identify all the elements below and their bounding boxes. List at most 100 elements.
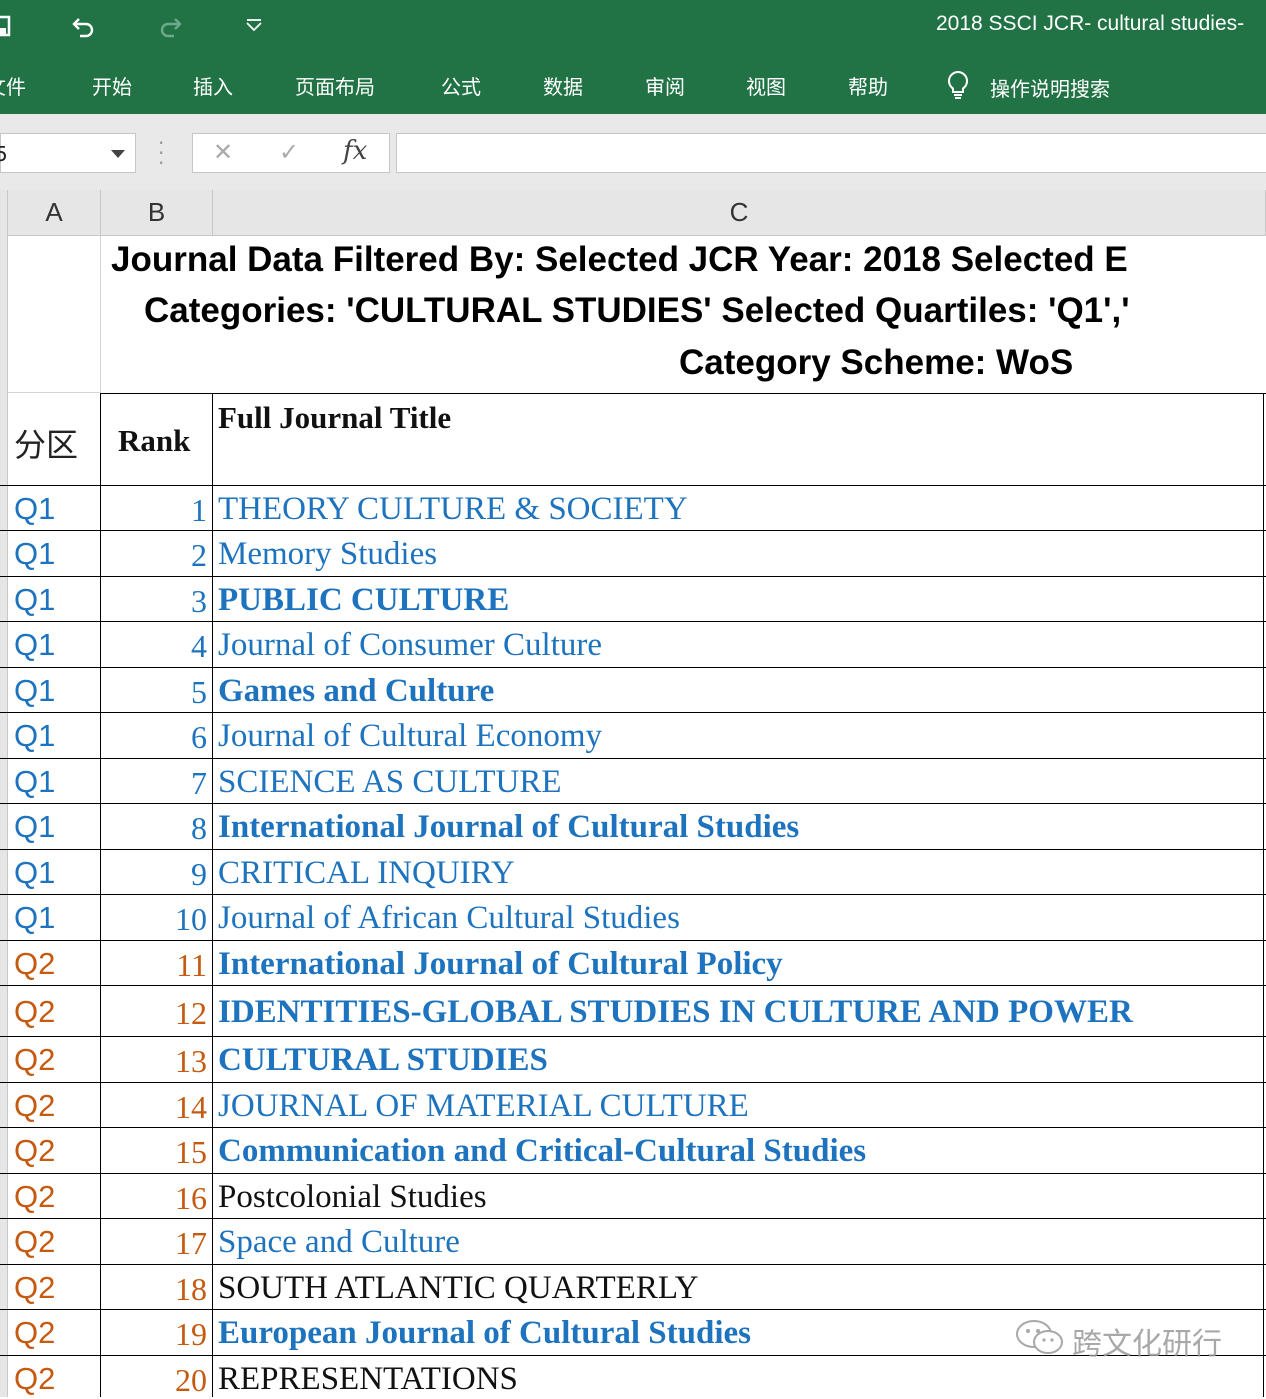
- quartile-cell[interactable]: Q2: [14, 1088, 55, 1124]
- redo-icon[interactable]: [152, 8, 188, 44]
- quartile-cell[interactable]: Q1: [14, 764, 55, 800]
- undo-icon[interactable]: [66, 8, 102, 44]
- quartile-cell[interactable]: Q1: [14, 673, 55, 709]
- save-icon[interactable]: [0, 8, 14, 44]
- quartile-cell[interactable]: Q2: [14, 1270, 55, 1306]
- rank-cell[interactable]: 3: [191, 583, 207, 620]
- rank-cell[interactable]: 15: [175, 1134, 207, 1171]
- journal-title-cell[interactable]: International Journal of Cultural Policy: [218, 946, 783, 983]
- quartile-cell[interactable]: Q1: [14, 900, 55, 936]
- tab-formulas[interactable]: 公式: [441, 71, 481, 100]
- row-border: [0, 1036, 1266, 1037]
- journal-title-cell[interactable]: Space and Culture: [218, 1224, 460, 1261]
- tab-page-layout[interactable]: 页面布局: [295, 71, 375, 100]
- row-border: [0, 1309, 1266, 1310]
- formula-input[interactable]: [396, 133, 1266, 173]
- quartile-cell[interactable]: Q1: [14, 582, 55, 618]
- tab-file[interactable]: 文件: [0, 71, 26, 100]
- rank-cell[interactable]: 4: [191, 628, 207, 665]
- header-rank: Rank: [118, 423, 191, 458]
- row-border: [0, 1173, 1266, 1174]
- journal-title-cell[interactable]: CRITICAL INQUIRY: [218, 855, 515, 892]
- rank-cell[interactable]: 7: [191, 765, 207, 802]
- tab-data[interactable]: 数据: [543, 71, 583, 100]
- customize-quick-access-icon[interactable]: [240, 8, 268, 44]
- quartile-cell[interactable]: Q2: [14, 1361, 55, 1397]
- journal-title-cell[interactable]: SCIENCE AS CULTURE: [218, 764, 562, 801]
- rank-cell[interactable]: 13: [175, 1043, 207, 1080]
- rank-cell[interactable]: 12: [175, 995, 207, 1032]
- chevron-down-icon[interactable]: [111, 150, 125, 158]
- row-header-gutter[interactable]: [0, 190, 8, 1397]
- insert-function-button[interactable]: fx: [343, 136, 367, 166]
- document-title: 2018 SSCI JCR- cultural studies-: [936, 12, 1245, 35]
- journal-title-cell[interactable]: Journal of African Cultural Studies: [218, 900, 680, 937]
- drag-handle-icon[interactable]: · · ·: [158, 133, 164, 173]
- header-line-1: Journal Data Filtered By: Selected JCR Y…: [111, 240, 1128, 279]
- journal-title-cell[interactable]: European Journal of Cultural Studies: [218, 1315, 751, 1352]
- tab-help[interactable]: 帮助: [848, 71, 888, 100]
- rank-cell[interactable]: 20: [175, 1362, 207, 1399]
- rank-cell[interactable]: 8: [191, 810, 207, 847]
- quartile-cell[interactable]: Q1: [14, 855, 55, 891]
- rank-cell[interactable]: 2: [191, 537, 207, 574]
- tab-insert[interactable]: 插入: [193, 71, 233, 100]
- ribbon-tabs: 文件 开始 插入 页面布局 公式 数据 审阅 视图 帮助 操作说明搜索: [0, 52, 1266, 114]
- name-box-value: 5: [0, 142, 8, 166]
- journal-title-cell[interactable]: Journal of Consumer Culture: [218, 627, 602, 664]
- tab-home[interactable]: 开始: [92, 71, 132, 100]
- quartile-cell[interactable]: Q2: [14, 1042, 55, 1078]
- quartile-cell[interactable]: Q1: [14, 491, 55, 527]
- quartile-cell[interactable]: Q2: [14, 994, 55, 1030]
- quartile-cell[interactable]: Q1: [14, 627, 55, 663]
- name-box[interactable]: 5: [0, 133, 136, 173]
- gridline: [8, 392, 101, 393]
- column-header-c[interactable]: C: [213, 190, 1266, 236]
- rank-cell[interactable]: 19: [175, 1316, 207, 1353]
- quartile-cell[interactable]: Q2: [14, 1224, 55, 1260]
- journal-title-cell[interactable]: SOUTH ATLANTIC QUARTERLY: [218, 1270, 699, 1307]
- journal-title-cell[interactable]: Memory Studies: [218, 536, 437, 573]
- tell-me-search[interactable]: 操作说明搜索: [946, 70, 1110, 105]
- rank-cell[interactable]: 17: [175, 1225, 207, 1262]
- journal-title-cell[interactable]: Postcolonial Studies: [218, 1179, 487, 1216]
- journal-title-cell[interactable]: THEORY CULTURE & SOCIETY: [218, 491, 688, 528]
- quartile-cell[interactable]: Q1: [14, 536, 55, 572]
- column-header-b[interactable]: B: [101, 190, 213, 236]
- quartile-cell[interactable]: Q2: [14, 1315, 55, 1351]
- quartile-cell[interactable]: Q1: [14, 809, 55, 845]
- tab-review[interactable]: 审阅: [645, 71, 685, 100]
- cancel-icon[interactable]: ✕: [213, 138, 233, 166]
- journal-title-cell[interactable]: Games and Culture: [218, 673, 494, 710]
- rank-cell[interactable]: 11: [176, 947, 207, 984]
- quartile-cell[interactable]: Q2: [14, 946, 55, 982]
- rank-cell[interactable]: 5: [191, 674, 207, 711]
- rank-cell[interactable]: 9: [191, 856, 207, 893]
- table-border: [100, 393, 1266, 394]
- row-border: [0, 1218, 1266, 1219]
- tab-view[interactable]: 视图: [746, 71, 786, 100]
- rank-cell[interactable]: 14: [175, 1089, 207, 1126]
- rank-cell[interactable]: 10: [175, 901, 207, 938]
- row-border: [0, 667, 1266, 668]
- rank-cell[interactable]: 6: [191, 719, 207, 756]
- rank-cell[interactable]: 18: [175, 1271, 207, 1308]
- quartile-cell[interactable]: Q1: [14, 718, 55, 754]
- journal-title-cell[interactable]: IDENTITIES-GLOBAL STUDIES IN CULTURE AND…: [218, 994, 1133, 1031]
- journal-title-cell[interactable]: REPRESENTATIONS: [218, 1361, 518, 1398]
- gridline: [100, 236, 101, 393]
- enter-icon[interactable]: ✓: [279, 138, 299, 166]
- journal-title-cell[interactable]: CULTURAL STUDIES: [218, 1042, 548, 1079]
- watermark-text: 跨文化研行: [1072, 1327, 1222, 1362]
- journal-title-cell[interactable]: Journal of Cultural Economy: [218, 718, 602, 755]
- journal-title-cell[interactable]: JOURNAL OF MATERIAL CULTURE: [218, 1088, 749, 1125]
- quartile-cell[interactable]: Q2: [14, 1179, 55, 1215]
- wechat-icon: [1014, 1318, 1066, 1364]
- quartile-cell[interactable]: Q2: [14, 1133, 55, 1169]
- column-header-a[interactable]: A: [8, 190, 101, 236]
- journal-title-cell[interactable]: Communication and Critical-Cultural Stud…: [218, 1133, 866, 1170]
- journal-title-cell[interactable]: PUBLIC CULTURE: [218, 582, 509, 619]
- rank-cell[interactable]: 1: [191, 492, 207, 529]
- rank-cell[interactable]: 16: [175, 1180, 207, 1217]
- journal-title-cell[interactable]: International Journal of Cultural Studie…: [218, 809, 799, 846]
